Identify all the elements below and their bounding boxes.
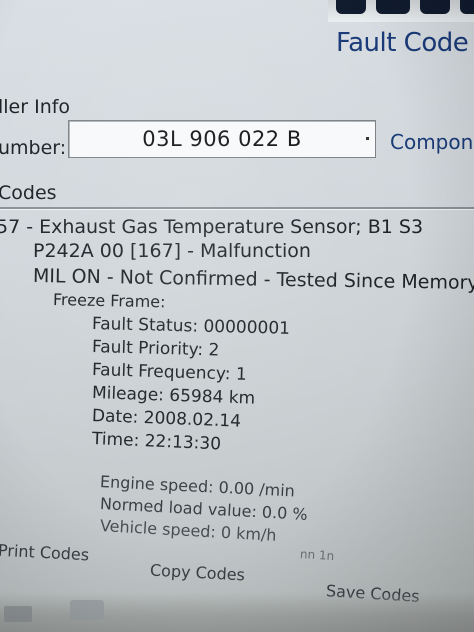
cut-off-row: nn 1n [299,546,335,564]
mileage: Mileage: 65984 km [91,383,256,409]
fault-frequency: Fault Frequency: 1 [91,360,247,385]
component-label: Compon [390,130,474,154]
logo-mark-c [376,0,410,14]
date: Date: 2008.02.14 [91,406,242,432]
copy-codes-button[interactable]: Copy Codes [150,561,246,585]
fault-status: Fault Status: 00000001 [91,314,291,339]
fault-code-status: MIL ON - Not Confirmed - Tested Since Me… [32,265,474,294]
time: Time: 22:13:30 [91,429,222,455]
logo-mark-s [460,0,474,14]
print-codes-button[interactable]: Print Codes [0,541,90,565]
fault-code-title: 57 - Exhaust Gas Temperature Sensor; B1 … [0,216,424,238]
vcds-fault-codes-window: Fault Code ller Info umber: 03L 906 022 … [0,0,474,632]
part-number-value: 03L 906 022 B [142,127,302,151]
window-title: Fault Code [336,28,469,58]
fault-priority: Fault Priority: 2 [91,337,220,361]
logo-mark-v [336,0,366,14]
freeze-frame-heading: Freeze Frame: [52,290,166,312]
fault-code-dtc: P242A 00 [167] - Malfunction [33,240,311,262]
logo-mark-d [420,0,450,14]
controller-info-label: ller Info [0,96,71,118]
part-number-field[interactable]: 03L 906 022 B [68,120,376,158]
taskbar-icon[interactable] [4,606,32,622]
fault-codes-list[interactable]: 57 - Exhaust Gas Temperature Sensor; B1 … [0,210,474,563]
part-number-label: umber: [0,137,67,159]
field-marker [366,137,369,140]
vcds-logo [328,0,474,22]
taskbar-icon[interactable] [70,600,104,620]
codes-section-label: Codes [0,182,57,204]
